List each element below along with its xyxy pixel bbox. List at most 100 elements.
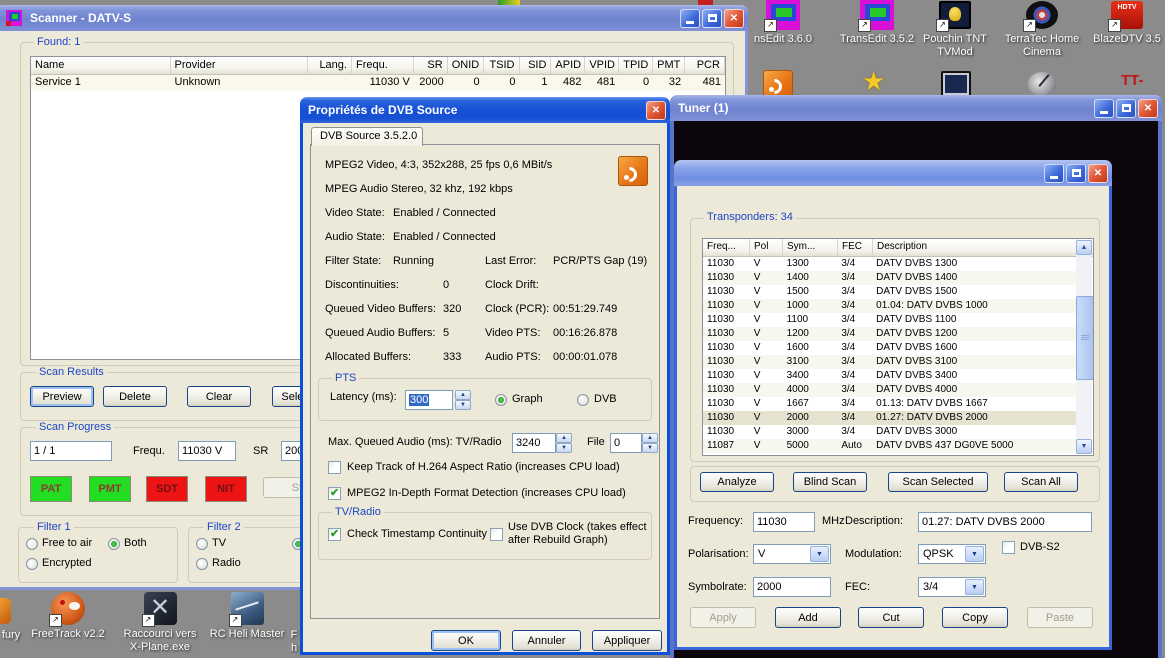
both-radio[interactable] [108, 538, 120, 550]
modulation-select[interactable]: QPSK [918, 544, 986, 564]
maximize-button[interactable] [1066, 164, 1086, 183]
scroll-up-icon[interactable]: ▲ [1076, 240, 1092, 255]
delete-button[interactable]: Delete [103, 386, 167, 407]
max-queued-stepper[interactable] [556, 433, 572, 453]
transponder-row[interactable]: 11030V30003/4DATV DVBS 3000 [703, 425, 1076, 439]
tuner-titlebar[interactable]: Tuner (1) [670, 95, 1162, 121]
desktop-icon-blazedtv[interactable]: BlazeDTV 3.5 [1082, 0, 1165, 46]
mpeg2-checkbox[interactable] [328, 487, 341, 500]
dvbs2-checkbox[interactable] [1002, 541, 1015, 554]
cut-button[interactable]: Cut [858, 607, 924, 628]
transponder-row[interactable]: 11030V11003/4DATV DVBS 1100 [703, 313, 1076, 327]
star-icon[interactable] [860, 70, 890, 98]
desktop-icon-terratec[interactable]: TerraTec Home Cinema [997, 0, 1087, 59]
transponder-list[interactable]: Freq...PolSym...FECDescription 11030V130… [702, 238, 1094, 456]
close-button[interactable] [1088, 164, 1108, 183]
file-stepper[interactable] [642, 433, 658, 453]
tv-radio[interactable] [196, 538, 208, 550]
technotrend-icon[interactable] [1120, 70, 1152, 98]
scan-selected-button[interactable]: Scan Selected [888, 472, 988, 492]
transponder-row[interactable]: 11030V13003/4DATV DVBS 1300 [703, 257, 1076, 271]
latency-field[interactable]: 300 [405, 390, 453, 410]
frequency-field[interactable]: 11030 [753, 512, 815, 532]
minimize-button[interactable] [1094, 99, 1114, 118]
transponder-row[interactable]: 11030V16003/4DATV DVBS 1600 [703, 341, 1076, 355]
transponder-row[interactable]: 11030V16673/401.13: DATV DVBS 1667 [703, 397, 1076, 411]
close-button[interactable] [646, 101, 666, 120]
minimize-button[interactable] [680, 9, 700, 28]
h264-checkbox[interactable] [328, 461, 341, 474]
desktop-icon-transedit-360[interactable]: nsEdit 3.6.0 [738, 0, 828, 46]
minimize-button[interactable] [1044, 164, 1064, 183]
cancel-button[interactable]: Annuler [512, 630, 581, 651]
scroll-down-icon[interactable]: ▼ [1076, 439, 1092, 454]
timestamp-checkbox[interactable] [328, 528, 341, 541]
latency-stepper[interactable] [455, 390, 471, 410]
max-queued-field[interactable]: 3240 [512, 433, 556, 453]
transponder-row[interactable]: 11030V31003/4DATV DVBS 3100 [703, 355, 1076, 369]
blazedtv-icon [1110, 0, 1144, 30]
desktop-icon-xplane[interactable]: Raccourci vers X-Plane.exe [112, 592, 208, 654]
monitor-icon[interactable] [940, 70, 972, 98]
transponder-row[interactable]: 11030V40003/4DATV DVBS 4000 [703, 383, 1076, 397]
preview-button[interactable]: Preview [30, 386, 94, 407]
dvbclock-checkbox[interactable] [490, 528, 503, 541]
service-row[interactable]: Service 1Unknown11030 V20000014824810324… [31, 75, 725, 91]
polarisation-select[interactable]: V [753, 544, 831, 564]
free-to-air-radio[interactable] [26, 538, 38, 550]
video-state-label: Video State: [325, 207, 385, 220]
fec-select[interactable]: 3/4 [918, 577, 986, 597]
transponder-row[interactable]: 11087V5000AutoDATV DVBS 437 DG0VE 5000 [703, 439, 1076, 453]
transponder-row[interactable]: 11030V14003/4DATV DVBS 1400 [703, 271, 1076, 285]
apply-button[interactable]: Appliquer [592, 630, 662, 651]
transponder-row[interactable]: 11030V15003/4DATV DVBS 1500 [703, 285, 1076, 299]
desktop-icon-pouchin[interactable]: Pouchin TNT TVMod [910, 0, 1000, 59]
satellite-dish-icon[interactable] [1026, 70, 1058, 98]
pts-label: PTS [332, 372, 359, 385]
desktop-icon-freetrack[interactable]: FreeTrack v2.2 [20, 592, 116, 641]
icon-label: TVMod [910, 46, 1000, 59]
blind-scan-button[interactable]: Blind Scan [793, 472, 867, 492]
chevron-down-icon[interactable] [965, 546, 984, 562]
desktop-icon-rcheli[interactable]: RC Heli Master [199, 592, 295, 641]
radio-radio[interactable] [196, 558, 208, 570]
dvb-radio[interactable] [577, 394, 589, 406]
graph-radio[interactable] [495, 394, 507, 406]
close-button[interactable] [1138, 99, 1158, 118]
encrypted-radio[interactable] [26, 558, 38, 570]
chevron-down-icon[interactable] [965, 579, 984, 595]
apply-button[interactable]: Apply [690, 607, 756, 628]
paste-button[interactable]: Paste [1027, 607, 1093, 628]
service-cell: 11030 V [352, 75, 414, 91]
maximize-button[interactable] [702, 9, 722, 28]
clear-button[interactable]: Clear [187, 386, 251, 407]
scrollbar[interactable]: ▲ ▼ [1076, 240, 1092, 454]
progress-field[interactable]: 1 / 1 [30, 441, 112, 461]
services-table-header[interactable]: NameProviderLang.Frequ.SRONIDTSIDSIDAPID… [31, 57, 725, 75]
maximize-button[interactable] [1116, 99, 1136, 118]
copy-button[interactable]: Copy [942, 607, 1008, 628]
frequency-field[interactable]: 11030 V [178, 441, 236, 461]
analyze-button[interactable]: Analyze [700, 472, 774, 492]
add-button[interactable]: Add [775, 607, 841, 628]
scanner-titlebar[interactable]: Scanner - DATV-S [0, 5, 748, 31]
ok-button[interactable]: OK [431, 630, 501, 651]
transponder-row[interactable]: 11030V34003/4DATV DVBS 3400 [703, 369, 1076, 383]
scrollbar-thumb[interactable] [1076, 296, 1094, 380]
tab-dvb-source[interactable]: DVB Source 3.5.2.0 [311, 127, 423, 146]
transponder-list-header[interactable]: Freq...PolSym...FECDescription [703, 239, 1093, 257]
rss-icon[interactable] [763, 70, 793, 98]
transponder-row[interactable]: 11030V10003/401.04: DATV DVBS 1000 [703, 299, 1076, 313]
panel-titlebar[interactable] [674, 160, 1112, 186]
description-field[interactable]: 01.27: DATV DVBS 2000 [918, 512, 1092, 532]
close-button[interactable] [724, 9, 744, 28]
symbolrate-field[interactable]: 2000 [753, 577, 831, 597]
desktop-icon-transedit-352[interactable]: TransEdit 3.5.2 [832, 0, 922, 46]
scan-all-button[interactable]: Scan All [1004, 472, 1078, 492]
dialog-titlebar[interactable]: Propriétés de DVB Source [300, 97, 670, 123]
transponder-row[interactable]: 11030V12003/4DATV DVBS 1200 [703, 327, 1076, 341]
transponder-row[interactable]: 11030V20003/401.27: DATV DVBS 2000 [703, 411, 1076, 425]
chevron-down-icon[interactable] [810, 546, 829, 562]
file-field[interactable]: 0 [610, 433, 642, 453]
fury-icon[interactable] [0, 598, 11, 624]
